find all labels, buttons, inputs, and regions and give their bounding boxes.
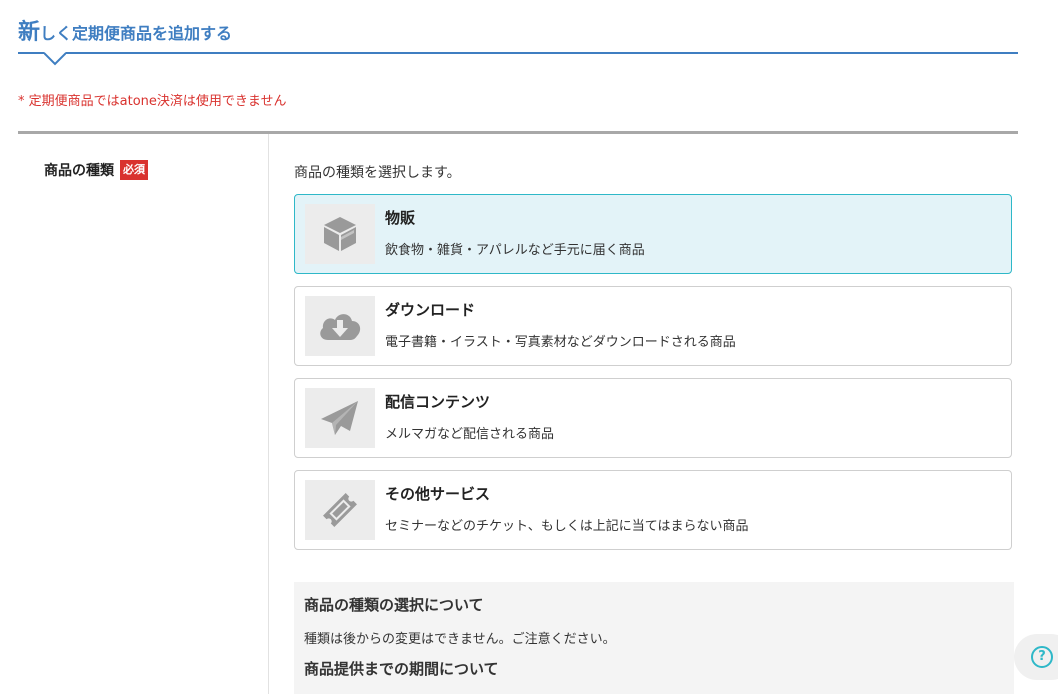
option-title: その他サービス [385,485,491,503]
option-download[interactable]: ダウンロード 電子書籍・イラスト・写真素材などダウンロードされる商品 [294,286,1012,366]
required-badge: 必須 [120,160,148,180]
page-header: 新しく定期便商品を追加する [18,10,1018,70]
header-notch-icon [44,52,66,66]
option-title: ダウンロード [385,301,476,319]
column-divider [268,134,269,694]
product-type-label-text: 商品の種類 [44,163,114,179]
option-icon-box [305,388,375,448]
option-physical-goods[interactable]: 物販 飲食物・雑貨・アパレルなど手元に届く商品 [294,194,1012,274]
option-description: セミナーなどのチケット、もしくは上記に当てはまらない商品 [385,519,749,534]
option-icon-box [305,296,375,356]
atone-notice: * 定期便商品ではatone決済は使用できません [18,94,287,109]
option-icon-box [305,480,375,540]
info-heading-period: 商品提供までの期間について [304,660,499,678]
product-type-label: 商品の種類 必須 [44,160,148,180]
box-icon [324,217,356,251]
option-description: メルマガなど配信される商品 [385,427,555,442]
section-divider [18,131,1018,134]
info-heading-selection: 商品の種類の選択について [304,596,484,614]
option-description: 電子書籍・イラスト・写真素材などダウンロードされる商品 [385,335,736,350]
help-button[interactable]: ? [1014,634,1058,680]
option-title: 配信コンテンツ [385,393,491,411]
help-icon: ? [1031,646,1053,668]
paper-plane-icon [321,401,358,435]
info-panel: 商品の種類の選択について 種類は後からの変更はできません。ご注意ください。 商品… [294,582,1014,694]
page-title-rest: しく定期便商品を追加する [40,24,233,43]
option-description: 飲食物・雑貨・アパレルなど手元に届く商品 [385,243,645,258]
product-type-intro: 商品の種類を選択します。 [294,165,461,181]
page-title: 新しく定期便商品を追加する [18,14,232,46]
option-icon-box [305,204,375,264]
option-other-services[interactable]: その他サービス セミナーなどのチケット、もしくは上記に当てはまらない商品 [294,470,1012,550]
header-underline [18,52,1018,54]
option-title: 物販 [385,209,416,227]
info-text-selection: 種類は後からの変更はできません。ご注意ください。 [304,632,616,647]
page-title-first-char: 新 [18,20,41,45]
ticket-icon [323,493,357,527]
option-delivery-content[interactable]: 配信コンテンツ メルマガなど配信される商品 [294,378,1012,458]
cloud-download-icon [320,314,361,340]
